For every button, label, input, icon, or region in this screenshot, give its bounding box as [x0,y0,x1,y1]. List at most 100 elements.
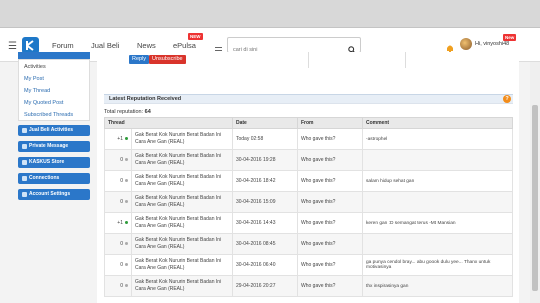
thread-link[interactable]: Gak Berat Kok Nururin Berat Badan Ini Ca… [131,233,233,255]
sidebar-item-my-quoted-post[interactable]: My Quoted Post [24,100,63,106]
browser-top-bar [0,0,540,28]
unsubscribe-button[interactable]: Unsubscribe [149,55,186,64]
points-cell: 0 [104,254,132,276]
thread-link[interactable]: Gak Berat Kok Nururin Berat Badan Ini Ca… [131,191,233,213]
hamburger-icon[interactable]: ☰ [8,41,17,52]
cart-icon [22,128,27,133]
column-header-from: From [297,117,363,129]
connections-label: Connections [29,175,60,181]
divider [308,52,309,68]
points-cell: 0 [104,233,132,255]
nav-link-news[interactable]: News [137,41,156,50]
sidebar-item-subscribed-threads[interactable]: Subscribed Threads [24,112,73,118]
comment-cell: -astrophel [362,128,513,150]
account-settings-button[interactable]: Account Settings [18,189,90,200]
who-gave-link[interactable]: Who gave this? [297,191,363,213]
reputation-dot-icon [125,284,128,288]
who-gave-link[interactable]: Who gave this? [297,254,363,276]
table-row: +1 Gak Berat Kok Nururin Berat Badan Ini… [104,128,513,150]
notification-icon[interactable] [446,40,454,53]
nav-link-jual-beli[interactable]: Jual Beli [91,41,119,50]
thread-link[interactable]: Gak Berat Kok Nururin Berat Badan Ini Ca… [131,275,233,297]
table-header-row: Thread Date From Comment [104,117,513,129]
who-gave-link[interactable]: Who gave this? [297,170,363,192]
who-gave-link[interactable]: Who gave this? [297,275,363,297]
comment-cell [362,233,513,255]
settings-icon [22,192,27,197]
date-cell: 30-04-2016 08:45 [232,233,298,255]
date-cell: 29-04-2016 20:27 [232,275,298,297]
thread-link[interactable]: Gak Berat Kok Nururin Berat Badan Ini Ca… [131,254,233,276]
date-cell: 30-04-2016 18:42 [232,170,298,192]
sidebar-item-my-thread[interactable]: My Thread [24,88,50,94]
table-row: 0 Gak Berat Kok Nururin Berat Badan Ini … [104,254,513,276]
reputation-dot-icon [125,221,128,225]
who-gave-link[interactable]: Who gave this? [297,212,363,234]
date-cell: 30-04-2016 15:09 [232,191,298,213]
table-row: 0 Gak Berat Kok Nururin Berat Badan Ini … [104,149,513,171]
reputation-dot-icon [125,200,128,204]
column-header-thread: Thread [104,117,233,129]
sidebar-item-activities[interactable]: Activities [24,64,46,70]
jual-beli-activities-button[interactable]: Jual Beli Activities [18,125,90,136]
points-cell: +1 [104,128,132,150]
reply-button[interactable]: Reply [129,55,150,64]
who-gave-link[interactable]: Who gave this? [297,149,363,171]
table-row: 0 Gak Berat Kok Nururin Berat Badan Ini … [104,191,513,213]
scrollbar-thumb[interactable] [532,105,538,291]
thread-link[interactable]: Gak Berat Kok Nururin Berat Badan Ini Ca… [131,170,233,192]
reputation-dot-icon [125,242,128,246]
reputation-dot-icon [125,137,128,141]
points-value: 0 [120,283,123,289]
table-row: 0 Gak Berat Kok Nururin Berat Badan Ini … [104,275,513,297]
points-cell: 0 [104,275,132,297]
sidebar-item-my-post[interactable]: My Post [24,76,44,82]
who-gave-link[interactable]: Who gave this? [297,233,363,255]
comment-cell [362,191,513,213]
nav-link-epulsa[interactable]: ePulsa [173,41,196,50]
store-icon [22,160,27,165]
total-reputation-value: 64 [144,109,151,115]
reputation-dot-icon [125,158,128,162]
reputation-dot-icon [125,179,128,183]
comment-cell: keren gan :D semangat terus -Mt Mansian [362,212,513,234]
connections-icon [22,176,27,181]
who-gave-link[interactable]: Who gave this? [297,128,363,150]
kaskus-store-label: KASKUS Store [29,159,65,165]
points-value: +1 [117,220,123,226]
date-cell: 30-04-2016 19:28 [232,149,298,171]
date-cell: 30-04-2016 14:43 [232,212,298,234]
username[interactable]: Hi, vinyoshi48 [475,41,509,47]
mail-icon [22,144,27,149]
points-value: 0 [120,199,123,205]
search-box[interactable] [227,37,361,57]
comment-cell: salam hidup sehat gan [362,170,513,192]
private-message-button[interactable]: Private Message [18,141,90,152]
thread-link[interactable]: Gak Berat Kok Nururin Berat Badan Ini Ca… [131,212,233,234]
panel-title: Latest Reputation Received [109,96,182,102]
points-cell: 0 [104,170,132,192]
column-header-comment: Comment [362,117,513,129]
nav-link-forum[interactable]: Forum [52,41,74,50]
points-value: 0 [120,157,123,163]
points-cell: 0 [104,149,132,171]
kaskus-store-button[interactable]: KASKUS Store [18,157,90,168]
date-cell: 30-04-2016 06:40 [232,254,298,276]
account-settings-label: Account Settings [29,191,71,197]
reputation-table: Thread Date From Comment +1 Gak Berat Ko… [104,117,513,297]
thread-link[interactable]: Gak Berat Kok Nururin Berat Badan Ini Ca… [131,149,233,171]
reputation-dot-icon [125,263,128,267]
points-cell: +1 [104,212,132,234]
table-row: 0 Gak Berat Kok Nururin Berat Badan Ini … [104,170,513,192]
avatar[interactable] [460,38,472,50]
points-value: +1 [117,136,123,142]
points-cell: 0 [104,191,132,213]
help-icon[interactable]: ? [503,95,511,103]
column-header-date: Date [232,117,298,129]
connections-button[interactable]: Connections [18,173,90,184]
points-value: 0 [120,241,123,247]
thread-link[interactable]: Gak Berat Kok Nururin Berat Badan Ini Ca… [131,128,233,150]
private-message-label: Private Message [29,143,69,149]
comment-cell: thx inspirasinya gan [362,275,513,297]
new-badge: NEW [188,33,203,40]
